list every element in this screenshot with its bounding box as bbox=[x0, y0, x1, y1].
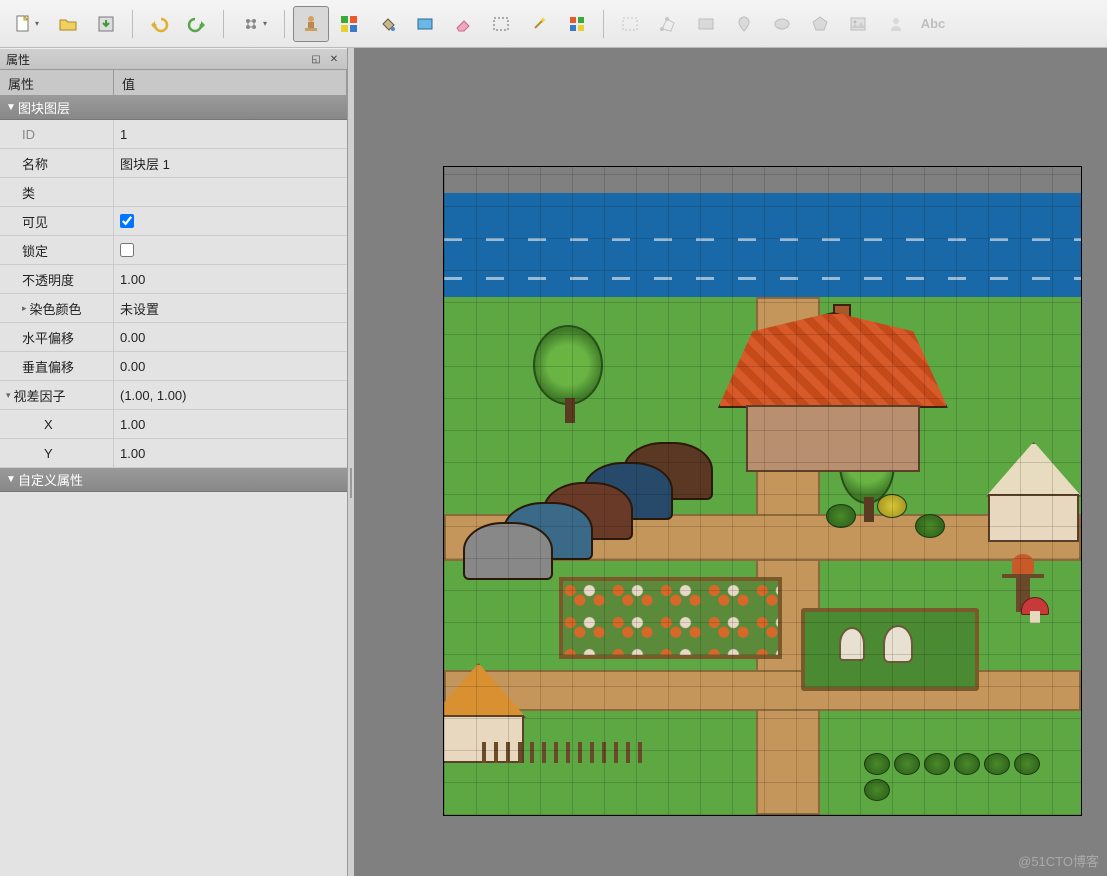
panel-detach-icon[interactable]: ◱ bbox=[309, 52, 323, 66]
properties-panel: 属性 ◱ ✕ 属性 值 ▼ 图块图层 ID 1 名称 图块层 1 类 bbox=[0, 48, 348, 876]
insert-text-button[interactable]: Abc bbox=[916, 6, 950, 42]
properties-body: ▼ 图块图层 ID 1 名称 图块层 1 类 可见 锁定 bbox=[0, 96, 347, 876]
undo-button[interactable] bbox=[141, 6, 177, 42]
insert-template-button[interactable] bbox=[878, 6, 914, 42]
select-object-button[interactable] bbox=[612, 6, 648, 42]
command-button[interactable]: ▾ bbox=[232, 6, 276, 42]
chevron-right-icon: ▸ bbox=[22, 303, 27, 314]
row-tint[interactable]: ▸染色颜色 未设置 bbox=[0, 294, 347, 323]
row-visible[interactable]: 可见 bbox=[0, 207, 347, 236]
row-name[interactable]: 名称 图块层 1 bbox=[0, 149, 347, 178]
header-value[interactable]: 值 bbox=[114, 70, 347, 95]
wand-tool-button[interactable] bbox=[521, 6, 557, 42]
marquee-tool-button[interactable] bbox=[483, 6, 519, 42]
rect-tool-button[interactable] bbox=[407, 6, 443, 42]
row-opacity[interactable]: 不透明度 1.00 bbox=[0, 265, 347, 294]
section-custom[interactable]: ▼ 自定义属性 bbox=[0, 468, 347, 492]
row-locked[interactable]: 锁定 bbox=[0, 236, 347, 265]
stamp-tool-button[interactable] bbox=[293, 6, 329, 42]
watermark: @51CTO博客 bbox=[1018, 851, 1099, 870]
locked-checkbox[interactable] bbox=[120, 243, 134, 257]
tilemap-view[interactable] bbox=[443, 166, 1082, 816]
row-parallax-x[interactable]: X 1.00 bbox=[0, 410, 347, 439]
insert-ellipse-button[interactable] bbox=[764, 6, 800, 42]
row-parallax-y[interactable]: Y 1.00 bbox=[0, 439, 347, 468]
redo-button[interactable] bbox=[179, 6, 215, 42]
panel-title-text: 属性 bbox=[6, 51, 30, 68]
properties-header: 属性 值 bbox=[0, 70, 347, 96]
insert-image-button[interactable] bbox=[840, 6, 876, 42]
row-class[interactable]: 类 bbox=[0, 178, 347, 207]
chevron-down-icon: ▼ bbox=[6, 102, 18, 113]
chevron-down-icon: ▾ bbox=[6, 390, 11, 401]
row-offsetx[interactable]: 水平偏移 0.00 bbox=[0, 323, 347, 352]
visible-checkbox[interactable] bbox=[120, 214, 134, 228]
insert-polygon-button[interactable] bbox=[802, 6, 838, 42]
same-tile-tool-button[interactable] bbox=[559, 6, 595, 42]
terrain-tool-button[interactable] bbox=[331, 6, 367, 42]
row-offsety[interactable]: 垂直偏移 0.00 bbox=[0, 352, 347, 381]
eraser-tool-button[interactable] bbox=[445, 6, 481, 42]
map-canvas[interactable]: @51CTO博客 bbox=[354, 48, 1107, 876]
bucket-tool-button[interactable] bbox=[369, 6, 405, 42]
row-id[interactable]: ID 1 bbox=[0, 120, 347, 149]
section-tile-layer[interactable]: ▼ 图块图层 bbox=[0, 96, 347, 120]
insert-point-button[interactable] bbox=[726, 6, 762, 42]
save-button[interactable] bbox=[88, 6, 124, 42]
main-toolbar: ▾ ▾ Abc bbox=[0, 0, 1107, 48]
panel-title-bar: 属性 ◱ ✕ bbox=[0, 48, 347, 70]
edit-polygon-button[interactable] bbox=[650, 6, 686, 42]
row-parallax[interactable]: ▾视差因子 (1.00, 1.00) bbox=[0, 381, 347, 410]
open-button[interactable] bbox=[50, 6, 86, 42]
new-file-button[interactable]: ▾ bbox=[4, 6, 48, 42]
panel-close-icon[interactable]: ✕ bbox=[327, 52, 341, 66]
chevron-down-icon: ▼ bbox=[6, 474, 18, 485]
header-name[interactable]: 属性 bbox=[0, 70, 114, 95]
insert-rect-button[interactable] bbox=[688, 6, 724, 42]
